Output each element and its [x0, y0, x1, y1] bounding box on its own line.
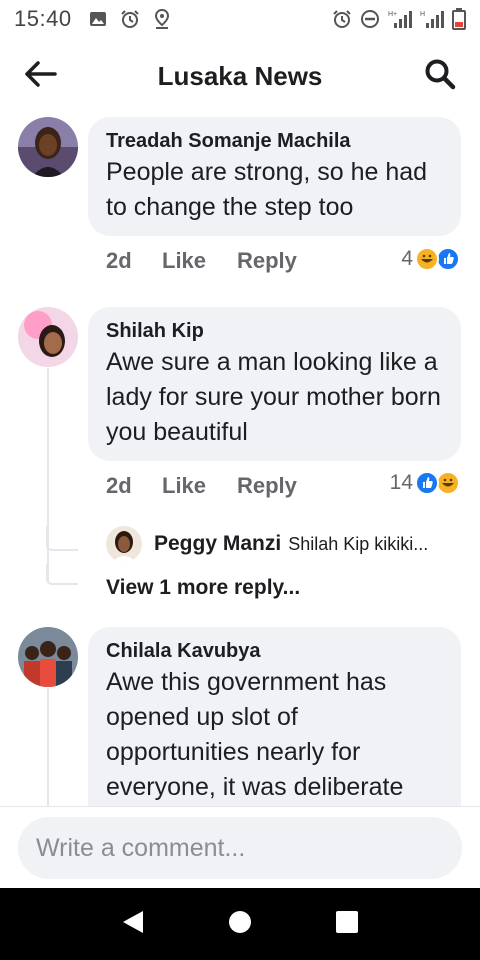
comment-input[interactable] [18, 817, 462, 879]
svg-text:H+: H+ [388, 11, 397, 18]
comment-bubble[interactable]: Treadah Somanje Machila People are stron… [88, 117, 461, 236]
avatar[interactable] [106, 526, 142, 562]
status-bar: 15:40 H+ H [0, 0, 480, 38]
svg-text:H: H [420, 11, 425, 18]
comment-bubble[interactable]: Chilala Kavubya Awe this government has … [88, 627, 461, 806]
search-button[interactable] [422, 58, 458, 94]
battery-low-icon [452, 8, 466, 30]
avatar[interactable] [18, 307, 78, 367]
comment-composer [0, 806, 480, 888]
page-title: Lusaka News [157, 60, 323, 91]
arrow-left-icon [23, 60, 57, 93]
status-time: 15:40 [14, 6, 72, 31]
thread-line [47, 688, 49, 806]
like-button[interactable]: Like [162, 473, 237, 499]
app-header: Lusaka News [0, 38, 480, 114]
reaction-summary[interactable]: 4 [401, 247, 460, 271]
system-nav-bar [0, 888, 480, 960]
triangle-back-icon [121, 909, 145, 940]
haha-reaction-icon [436, 471, 460, 495]
square-recents-icon [335, 910, 359, 939]
reaction-count: 14 [389, 471, 413, 494]
comment-author[interactable]: Shilah Kip [106, 319, 443, 343]
comment-bubble[interactable]: Shilah Kip Awe sure a man looking like a… [88, 307, 461, 461]
comment-author[interactable]: Chilala Kavubya [106, 639, 443, 663]
do-not-disturb-icon [360, 9, 380, 29]
reaction-summary[interactable]: 14 [390, 471, 460, 495]
alarm-icon [332, 9, 352, 29]
signal-icon: H [420, 9, 444, 29]
reply-text: Shilah Kip kikiki... [288, 533, 429, 554]
back-button[interactable] [20, 58, 60, 94]
avatar[interactable] [18, 117, 78, 177]
like-button[interactable]: Like [162, 248, 237, 274]
thread-connector [46, 564, 78, 585]
reply-button[interactable]: Reply [237, 248, 297, 274]
comment-actions: 2d Like Reply [106, 248, 297, 274]
comment-time: 2d [106, 248, 132, 273]
signal-icon: H+ [388, 9, 412, 29]
alarm-icon [120, 9, 140, 29]
nav-home-button[interactable] [220, 904, 260, 944]
comment-text: Awe this government has opened up slot o… [106, 668, 404, 801]
reaction-count: 4 [401, 247, 413, 270]
nav-recents-button[interactable] [327, 904, 367, 944]
comment-time: 2d [106, 473, 132, 498]
nav-back-button[interactable] [113, 904, 153, 944]
haha-reaction-icon [415, 247, 439, 271]
like-reaction-icon [415, 471, 439, 495]
comment-author[interactable]: Treadah Somanje Machila [106, 129, 443, 153]
search-icon [424, 58, 456, 95]
comment-text: People are strong, so he had to change t… [106, 158, 428, 221]
reply-author[interactable]: Peggy Manzi [154, 532, 281, 556]
reply-button[interactable]: Reply [237, 473, 297, 499]
comment-text: Awe sure a man looking like a lady for s… [106, 348, 441, 446]
avatar[interactable] [18, 627, 78, 687]
like-reaction-icon [436, 247, 460, 271]
location-icon [152, 9, 172, 29]
comment-actions: 2d Like Reply [106, 473, 297, 499]
circle-home-icon [228, 910, 252, 939]
image-icon [88, 9, 108, 29]
reply-preview[interactable]: Peggy Manzi Shilah Kip kikiki... [106, 526, 428, 562]
comments-list[interactable]: Treadah Somanje Machila People are stron… [0, 114, 480, 806]
view-more-replies-link[interactable]: View 1 more reply... [106, 576, 300, 600]
